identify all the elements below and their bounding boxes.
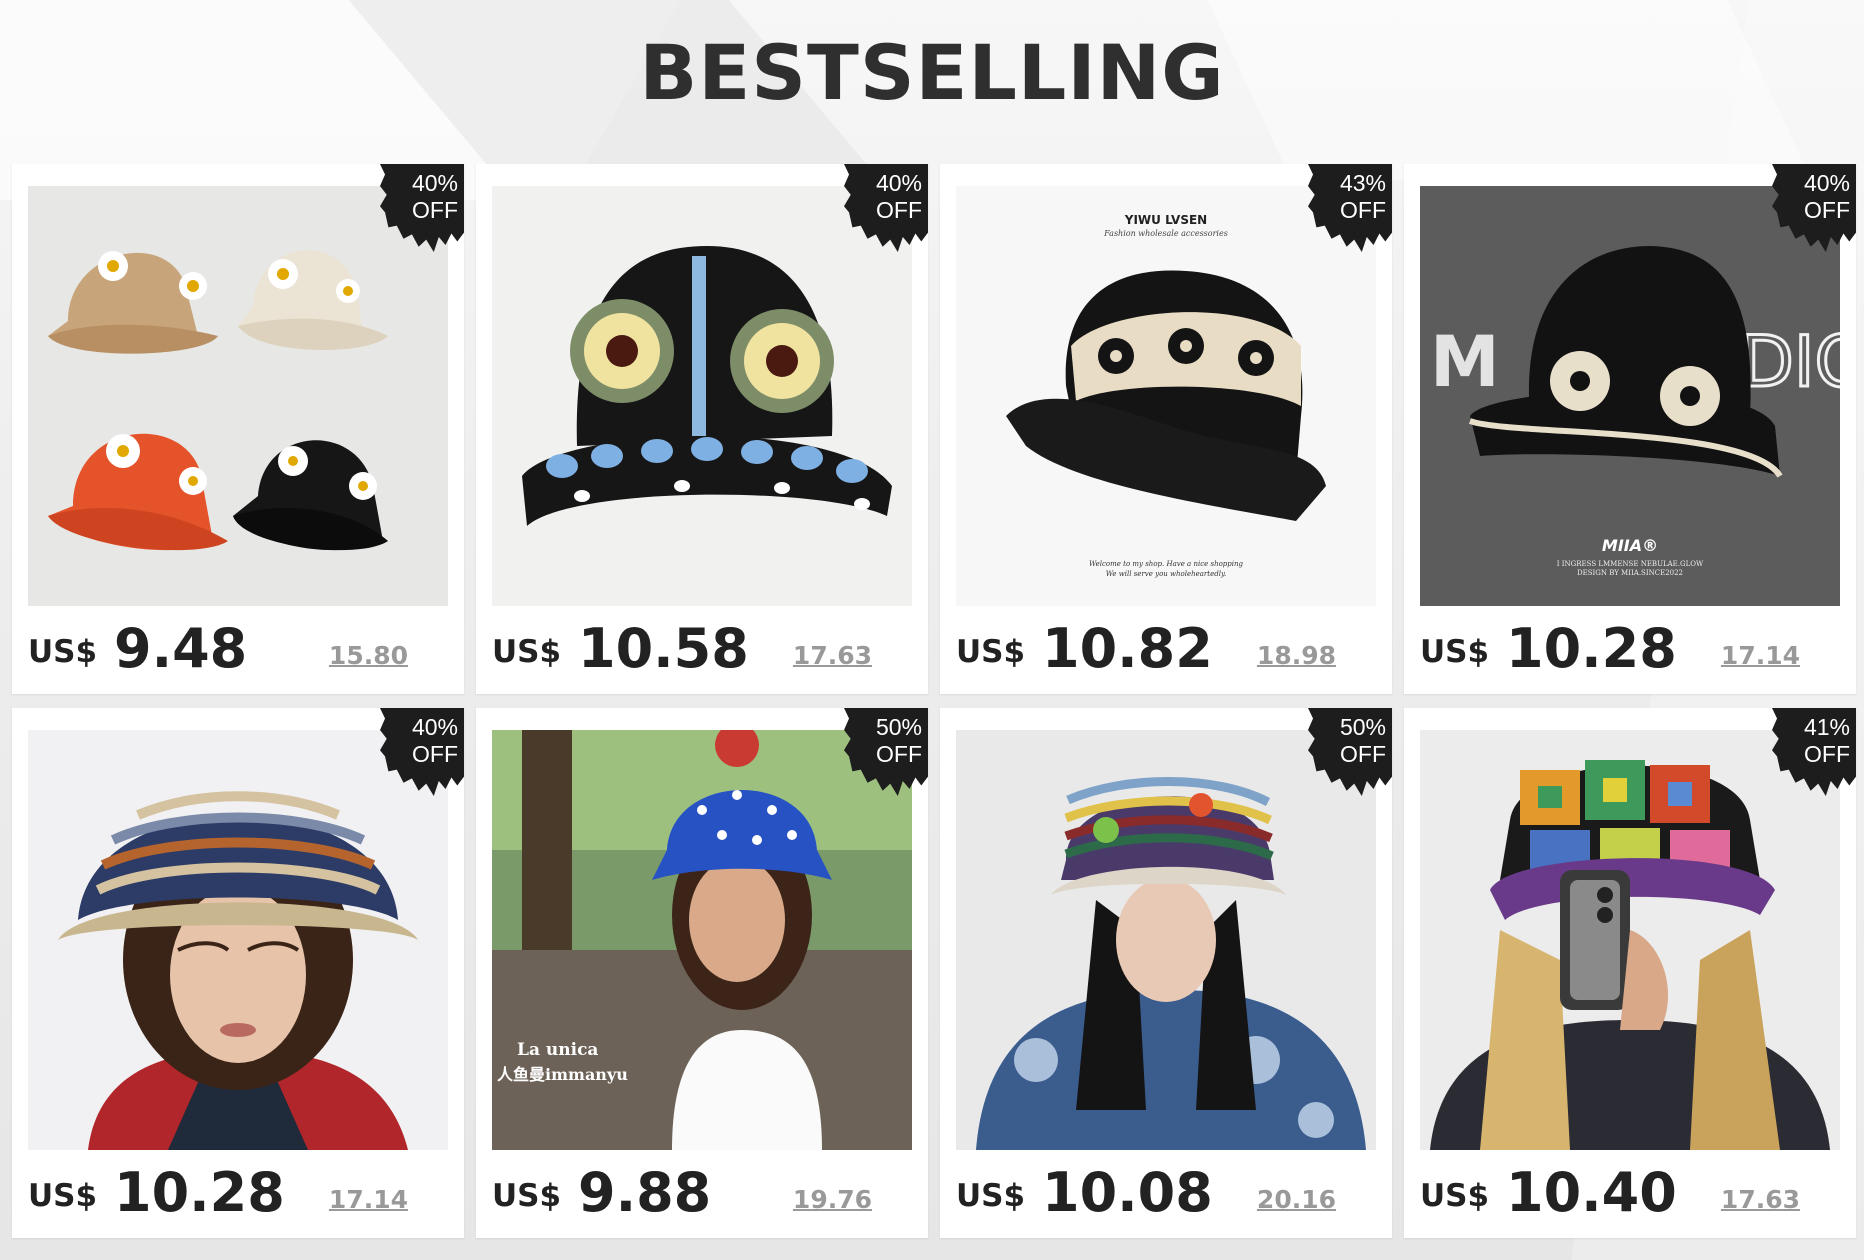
- discount-percent: 40%: [1803, 170, 1850, 196]
- product-card[interactable]: La unica 人鱼曼immanyu 50% OFF US$ 9.88 19.…: [476, 708, 928, 1238]
- currency-label: US$: [956, 1178, 1026, 1214]
- product-image[interactable]: [1420, 730, 1840, 1150]
- discount-off-label: OFF: [1340, 197, 1386, 223]
- sale-price: 10.28: [114, 1161, 285, 1224]
- currency-label: US$: [492, 634, 562, 670]
- product-card[interactable]: 50% OFF US$ 10.08 20.16: [940, 708, 1392, 1238]
- price-row: US$ 9.48 15.80: [28, 616, 448, 686]
- brand-subtitle: Fashion wholesale accessories: [1103, 229, 1228, 238]
- granny-square-hat-image: YIWU LVSEN Fashion wholesale accessories…: [956, 186, 1376, 606]
- discount-off-label: OFF: [1804, 741, 1850, 767]
- currency-label: US$: [492, 1178, 562, 1214]
- product-card[interactable]: YIWU LVSEN Fashion wholesale accessories…: [940, 164, 1392, 694]
- discount-off-label: OFF: [876, 197, 922, 223]
- sale-price: 10.58: [578, 617, 749, 680]
- miia-tagline: I INGRESS LMMENSE NEBULAE.GLOW: [1557, 560, 1704, 568]
- currency-label: US$: [28, 1178, 98, 1214]
- price-row: US$ 10.28 17.14: [28, 1160, 448, 1230]
- discount-percent: 41%: [1803, 714, 1850, 740]
- discount-off-label: OFF: [1804, 197, 1850, 223]
- product-image[interactable]: [28, 730, 448, 1150]
- discount-percent: 40%: [875, 170, 922, 196]
- currency-label: US$: [28, 634, 98, 670]
- price-row: US$ 10.82 18.98: [956, 616, 1376, 686]
- sale-price: 10.82: [1042, 617, 1213, 680]
- page-title: BESTSELLING: [639, 28, 1225, 117]
- sale-price: 9.88: [578, 1161, 712, 1224]
- original-price: 20.16: [1256, 1185, 1336, 1214]
- svg-text:M: M: [1430, 321, 1500, 403]
- discount-percent: 40%: [411, 170, 458, 196]
- sale-price: 10.08: [1042, 1161, 1213, 1224]
- currency-label: US$: [956, 634, 1026, 670]
- discount-percent: 40%: [411, 714, 458, 740]
- currency-label: US$: [1420, 634, 1490, 670]
- price-row: US$ 10.40 17.63: [1420, 1160, 1840, 1230]
- price-row: US$ 10.58 17.63: [492, 616, 912, 686]
- black-flower-hat-image: M DIO MIIA® I INGRESS LMMENSE NEBULAE.GL…: [1420, 186, 1840, 606]
- product-image[interactable]: [956, 730, 1376, 1150]
- original-price: 17.14: [1720, 641, 1800, 670]
- daisy-hats-image: [28, 186, 448, 606]
- miia-logo: MIIA®: [1602, 536, 1658, 555]
- miia-design-line: DESIGN BY MIIA.SINCE2022: [1577, 569, 1683, 577]
- shop-serve-text: We will serve you wholeheartedly.: [1106, 570, 1226, 578]
- discount-off-label: OFF: [412, 197, 458, 223]
- product-image[interactable]: M DIO MIIA® I INGRESS LMMENSE NEBULAE.GL…: [1420, 186, 1840, 606]
- original-price: 18.98: [1256, 641, 1336, 670]
- original-price: 17.63: [1720, 1185, 1800, 1214]
- discount-off-label: OFF: [412, 741, 458, 767]
- price-row: US$ 9.88 19.76: [492, 1160, 912, 1230]
- product-image[interactable]: [28, 186, 448, 606]
- sale-price: 9.48: [114, 617, 248, 680]
- sale-price: 10.28: [1506, 617, 1677, 680]
- striped-knit-hat-image: [28, 730, 448, 1150]
- discount-percent: 43%: [1339, 170, 1386, 196]
- sunflower-hat-image: [492, 186, 912, 606]
- price-row: US$ 10.08 20.16: [956, 1160, 1376, 1230]
- original-price: 19.76: [792, 1185, 872, 1214]
- shop-welcome-text: Welcome to my shop. Have a nice shopping: [1089, 560, 1244, 568]
- product-card[interactable]: M DIO MIIA® I INGRESS LMMENSE NEBULAE.GL…: [1404, 164, 1856, 694]
- price-row: US$ 10.28 17.14: [1420, 616, 1840, 686]
- watermark-handle: 人鱼曼immanyu: [497, 1065, 628, 1084]
- product-card[interactable]: 40% OFF US$ 10.28 17.14: [12, 708, 464, 1238]
- blue-star-hat-image: La unica 人鱼曼immanyu: [492, 730, 912, 1150]
- original-price: 15.80: [328, 641, 408, 670]
- product-grid: 40% OFF US$ 9.48 15.80 40% OFF US$ 10.58…: [12, 164, 1856, 1238]
- product-card[interactable]: 40% OFF US$ 10.58 17.63: [476, 164, 928, 694]
- original-price: 17.63: [792, 641, 872, 670]
- product-card[interactable]: 41% OFF US$ 10.40 17.63: [1404, 708, 1856, 1238]
- discount-off-label: OFF: [876, 741, 922, 767]
- product-image[interactable]: YIWU LVSEN Fashion wholesale accessories…: [956, 186, 1376, 606]
- watermark-brand: La unica: [517, 1040, 598, 1060]
- sale-price: 10.40: [1506, 1161, 1677, 1224]
- product-card[interactable]: 40% OFF US$ 9.48 15.80: [12, 164, 464, 694]
- brand-watermark: YIWU LVSEN: [1124, 213, 1207, 227]
- rainbow-stripe-hat-image: [956, 730, 1376, 1150]
- currency-label: US$: [1420, 1178, 1490, 1214]
- svg-text:DIO: DIO: [1740, 321, 1840, 403]
- product-image[interactable]: [492, 186, 912, 606]
- discount-percent: 50%: [1339, 714, 1386, 740]
- discount-off-label: OFF: [1340, 741, 1386, 767]
- discount-percent: 50%: [875, 714, 922, 740]
- granny-square-multicolor-hat-image: [1420, 730, 1840, 1150]
- original-price: 17.14: [328, 1185, 408, 1214]
- product-image[interactable]: La unica 人鱼曼immanyu: [492, 730, 912, 1150]
